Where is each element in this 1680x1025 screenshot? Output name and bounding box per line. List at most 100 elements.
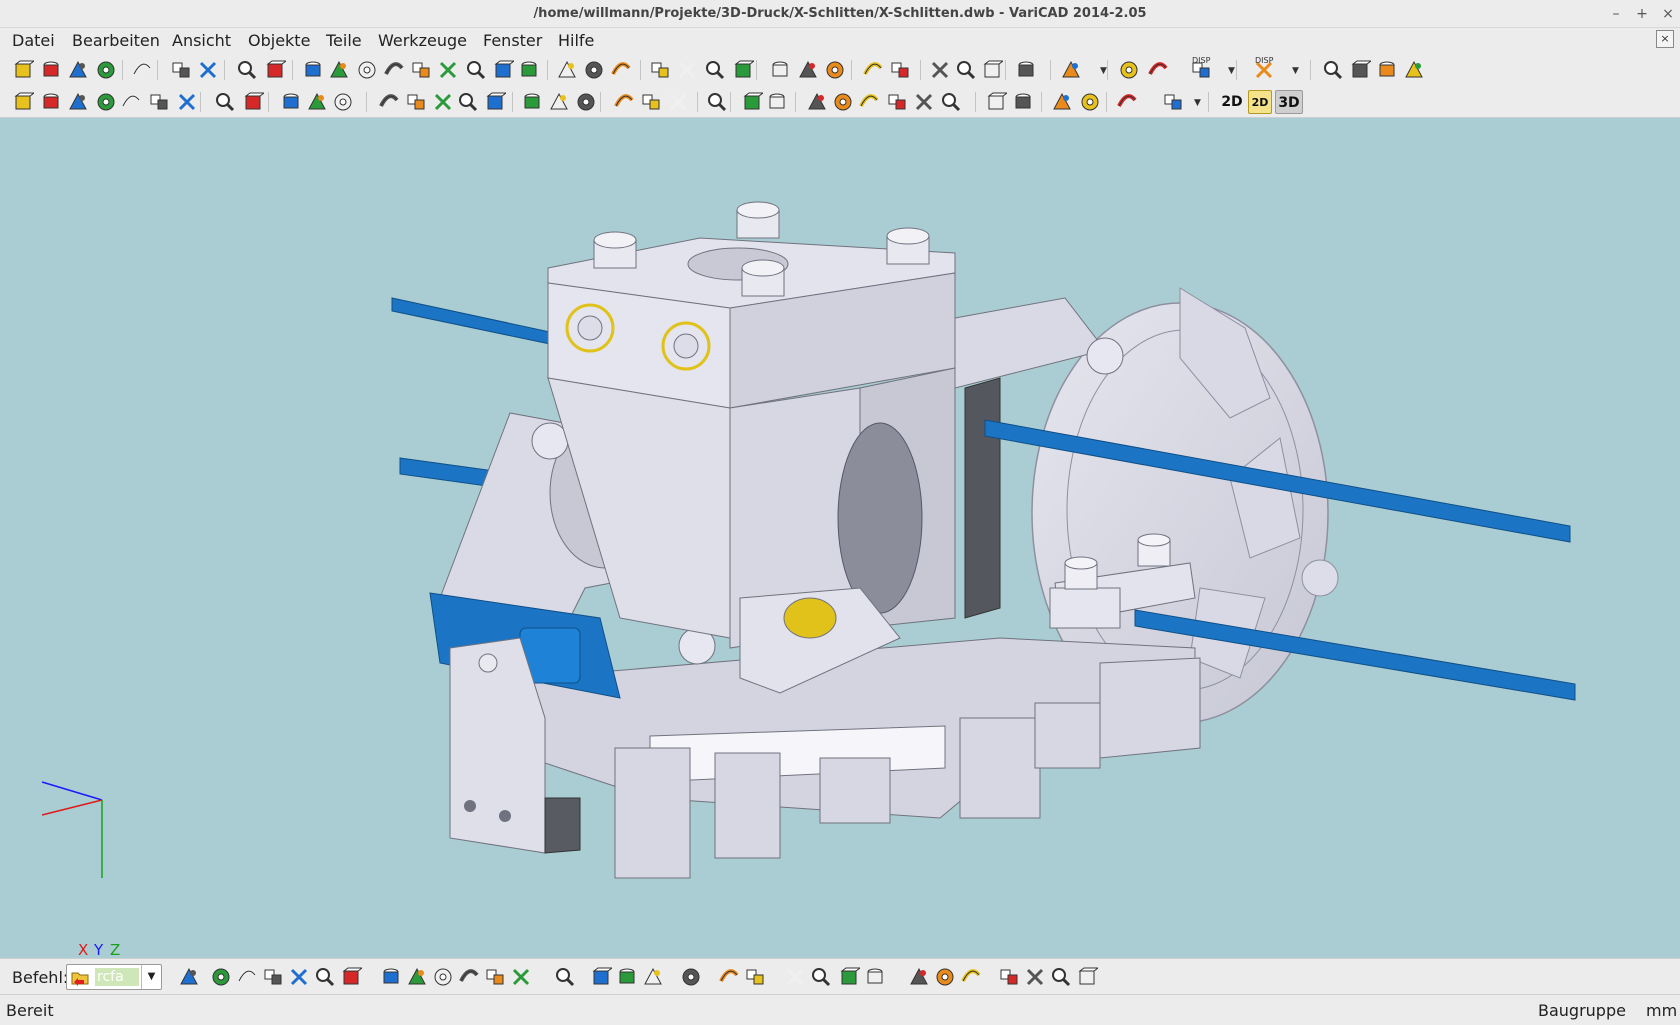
command-tool-icon[interactable] bbox=[1076, 966, 1098, 988]
torus-icon[interactable] bbox=[437, 59, 459, 81]
move-objects-icon[interactable] bbox=[40, 91, 62, 113]
query-icon[interactable] bbox=[955, 59, 977, 81]
command-tool-icon[interactable] bbox=[908, 966, 930, 988]
fillet-icon[interactable] bbox=[732, 59, 754, 81]
command-tool-icon[interactable] bbox=[680, 966, 702, 988]
solid-cube-icon[interactable] bbox=[242, 91, 264, 113]
chevron-down-icon[interactable]: ▼ bbox=[141, 965, 161, 989]
command-tool-icon[interactable] bbox=[1050, 966, 1072, 988]
insert-part-icon[interactable] bbox=[521, 91, 543, 113]
group-delete-icon[interactable] bbox=[1116, 91, 1138, 113]
print-icon[interactable] bbox=[131, 59, 153, 81]
undo-icon[interactable] bbox=[236, 59, 258, 81]
tools-icon[interactable] bbox=[176, 91, 198, 113]
close-button[interactable]: × bbox=[1657, 3, 1679, 25]
constraint-d-icon[interactable] bbox=[886, 91, 908, 113]
command-tool-icon[interactable] bbox=[934, 966, 956, 988]
save-icon[interactable] bbox=[67, 59, 89, 81]
revolve-icon[interactable] bbox=[583, 59, 605, 81]
maximize-button[interactable]: + bbox=[1631, 3, 1653, 25]
command-tool-icon[interactable] bbox=[340, 966, 362, 988]
cut-solid-icon[interactable] bbox=[649, 59, 671, 81]
assembly-model[interactable]: X Y Z bbox=[0, 118, 1680, 958]
group-icon[interactable] bbox=[575, 91, 597, 113]
explode-icon[interactable] bbox=[548, 91, 570, 113]
zoom-fit-icon[interactable] bbox=[1403, 59, 1425, 81]
command-input[interactable] bbox=[95, 968, 139, 986]
constraint-b-icon[interactable] bbox=[832, 91, 854, 113]
edit-icon[interactable] bbox=[1015, 59, 1037, 81]
command-tool-icon[interactable] bbox=[236, 966, 258, 988]
chamfer-icon[interactable] bbox=[769, 59, 791, 81]
command-tool-icon[interactable] bbox=[810, 966, 832, 988]
solid-view-icon[interactable] bbox=[1060, 59, 1082, 81]
delete-icon[interactable] bbox=[12, 91, 34, 113]
pipe-icon[interactable] bbox=[465, 59, 487, 81]
transform-icon[interactable] bbox=[862, 59, 884, 81]
paste-icon[interactable] bbox=[197, 59, 219, 81]
pipe-yellow-icon[interactable] bbox=[378, 91, 400, 113]
menu-datei[interactable]: Datei bbox=[12, 31, 55, 50]
menu-hilfe[interactable]: Hilfe bbox=[558, 31, 594, 50]
3d-viewport[interactable]: X Y Z bbox=[0, 118, 1680, 958]
constraint-f-icon[interactable] bbox=[940, 91, 962, 113]
rename-icon[interactable] bbox=[148, 91, 170, 113]
command-tool-icon[interactable] bbox=[960, 966, 982, 988]
menu-objekte[interactable]: Objekte bbox=[248, 31, 310, 50]
command-tool-icon[interactable] bbox=[616, 966, 638, 988]
zoom-previous-icon[interactable] bbox=[1147, 59, 1169, 81]
check-icon[interactable] bbox=[981, 59, 1003, 81]
cylinder-icon[interactable] bbox=[328, 59, 350, 81]
mode-3d-button[interactable]: 3D bbox=[1275, 90, 1303, 114]
command-tool-icon[interactable] bbox=[784, 966, 806, 988]
tag-icon[interactable] bbox=[120, 91, 142, 113]
array-icon[interactable] bbox=[613, 91, 635, 113]
command-tool-icon[interactable] bbox=[314, 966, 336, 988]
bend-icon[interactable] bbox=[492, 59, 514, 81]
command-tool-icon[interactable] bbox=[1024, 966, 1046, 988]
mode-2d-button[interactable]: 2D bbox=[1219, 90, 1245, 114]
text-label-icon[interactable] bbox=[95, 91, 117, 113]
percent-icon[interactable] bbox=[306, 91, 328, 113]
cutter-icon[interactable] bbox=[432, 91, 454, 113]
snap-icon[interactable] bbox=[332, 91, 354, 113]
menu-fenster[interactable]: Fenster bbox=[483, 31, 542, 50]
dropdown-arrow-icon[interactable]: ▼ bbox=[1100, 66, 1107, 76]
move-icon[interactable] bbox=[889, 59, 911, 81]
command-tool-icon[interactable] bbox=[406, 966, 428, 988]
command-tool-icon[interactable] bbox=[484, 966, 506, 988]
axis-a-icon[interactable] bbox=[985, 91, 1007, 113]
new-file-icon[interactable] bbox=[12, 59, 34, 81]
cone-icon[interactable] bbox=[383, 59, 405, 81]
command-tool-icon[interactable] bbox=[380, 966, 402, 988]
extrude-icon[interactable] bbox=[556, 59, 578, 81]
open-file-icon[interactable] bbox=[40, 59, 62, 81]
document-close-button[interactable]: × bbox=[1656, 30, 1674, 48]
thread-icon[interactable] bbox=[704, 59, 726, 81]
query-b-icon[interactable] bbox=[766, 91, 788, 113]
align-icon[interactable] bbox=[797, 59, 819, 81]
axis-b-icon[interactable] bbox=[1012, 91, 1034, 113]
prism-icon[interactable] bbox=[356, 59, 378, 81]
constraint-c-icon[interactable] bbox=[858, 91, 880, 113]
box-red-icon[interactable] bbox=[457, 91, 479, 113]
command-tool-icon[interactable] bbox=[718, 966, 740, 988]
minimize-button[interactable]: – bbox=[1605, 3, 1627, 25]
command-tool-icon[interactable] bbox=[432, 966, 454, 988]
cylinder-yellow-icon[interactable] bbox=[405, 91, 427, 113]
drill-icon[interactable] bbox=[676, 59, 698, 81]
constraint-e-icon[interactable] bbox=[913, 91, 935, 113]
group-red-icon[interactable] bbox=[1051, 91, 1073, 113]
boolean-add-icon[interactable] bbox=[824, 59, 846, 81]
copy-array-icon[interactable] bbox=[667, 91, 689, 113]
info-icon[interactable] bbox=[929, 59, 951, 81]
solid-outline-icon[interactable] bbox=[214, 91, 236, 113]
constraint-a-icon[interactable] bbox=[806, 91, 828, 113]
redo-icon[interactable] bbox=[264, 59, 286, 81]
mode-2d-drawing-button[interactable]: 2D bbox=[1248, 90, 1272, 114]
command-tool-icon[interactable] bbox=[590, 966, 612, 988]
save-all-icon[interactable] bbox=[95, 59, 117, 81]
zoom-window-icon[interactable] bbox=[1118, 59, 1140, 81]
command-tool-icon[interactable] bbox=[288, 966, 310, 988]
loft-icon[interactable] bbox=[610, 59, 632, 81]
